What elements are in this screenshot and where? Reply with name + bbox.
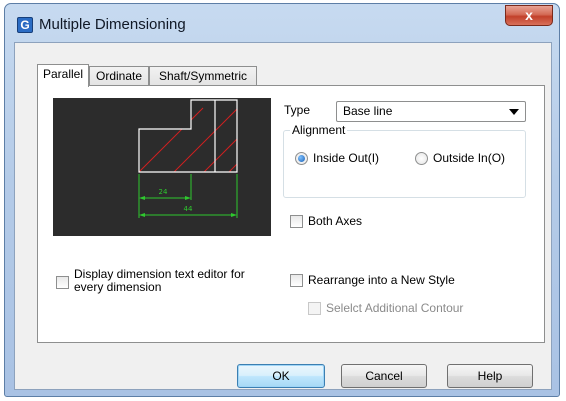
cancel-button[interactable]: Cancel [341, 364, 427, 388]
select-contour-label: Selelct Additional Contour [326, 301, 464, 315]
dim-label-short: 24 [159, 188, 168, 196]
dim-label-long: 44 [184, 205, 193, 213]
alignment-label: Alignment [290, 123, 348, 137]
type-select-value: Base line [343, 104, 393, 118]
display-editor-label-line2[interactable]: every dimension [74, 280, 161, 294]
dialog-client: Parallel Ordinate Shaft/Symmetric 24 44 … [14, 42, 552, 390]
app-icon: G [17, 17, 33, 33]
tab-parallel[interactable]: Parallel [37, 64, 89, 87]
type-select[interactable]: Base line [336, 101, 526, 122]
dimension-preview: 24 44 [53, 98, 271, 236]
both-axes-checkbox[interactable] [290, 215, 303, 228]
dialog-window: G Multiple Dimensioning x Parallel Ordin… [4, 3, 560, 397]
display-editor-label-line1[interactable]: Display dimension text editor for [74, 267, 245, 281]
radio-outside-in-label[interactable]: Outside In(O) [433, 151, 505, 165]
window-title: Multiple Dimensioning [39, 16, 186, 33]
select-contour-checkbox [308, 302, 321, 315]
ok-button[interactable]: OK [237, 364, 325, 388]
chevron-down-icon [509, 109, 519, 115]
alignment-group: Alignment Inside Out(I) Outside In(O) [283, 123, 526, 198]
display-editor-checkbox[interactable] [56, 276, 69, 289]
radio-inside-out[interactable] [295, 152, 308, 165]
rearrange-label[interactable]: Rearrange into a New Style [308, 273, 455, 287]
radio-inside-out-label[interactable]: Inside Out(I) [313, 151, 379, 165]
tab-panel-parallel: 24 44 Type Base line Alignment Inside Ou… [37, 85, 545, 343]
rearrange-checkbox[interactable] [290, 274, 303, 287]
preview-drawing: 24 44 [138, 99, 238, 218]
both-axes-label[interactable]: Both Axes [308, 214, 362, 228]
help-button[interactable]: Help [447, 364, 533, 388]
part-outline [138, 99, 238, 173]
tab-ordinate[interactable]: Ordinate [89, 66, 149, 86]
type-label: Type [284, 103, 311, 117]
tab-shaft-symmetric[interactable]: Shaft/Symmetric [149, 66, 257, 86]
title-bar[interactable]: G Multiple Dimensioning x [5, 4, 559, 42]
close-button[interactable]: x [505, 5, 553, 26]
radio-outside-in[interactable] [415, 152, 428, 165]
